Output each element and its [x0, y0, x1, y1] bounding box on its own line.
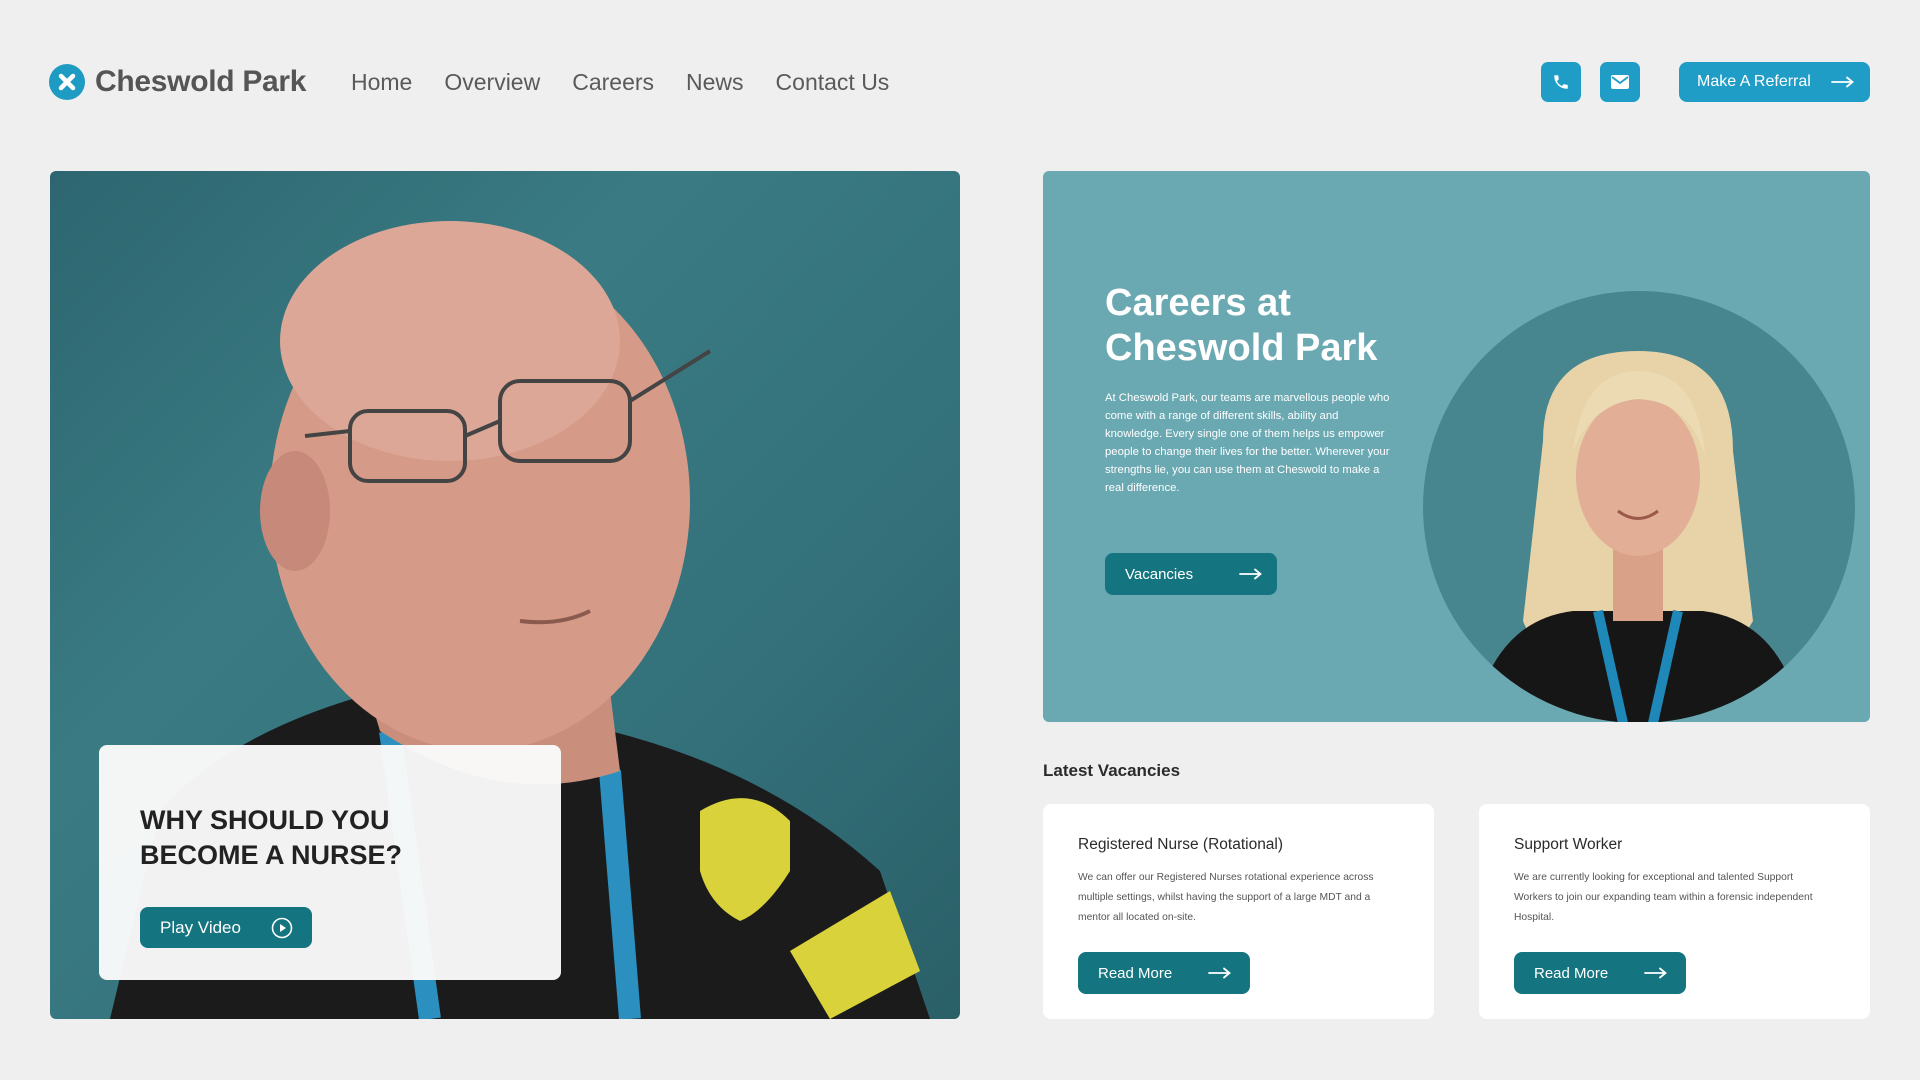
vacancy-title: Support Worker — [1514, 836, 1623, 853]
arrow-right-icon — [1644, 967, 1668, 979]
careers-heading: Careers at Cheswold Park — [1105, 282, 1378, 369]
nurse-video-card: WHY SHOULD YOU BECOME A NURSE? Play Vide… — [99, 745, 561, 980]
read-more-label: Read More — [1534, 964, 1609, 982]
nav-contact-us[interactable]: Contact Us — [776, 69, 890, 96]
phone-button[interactable] — [1541, 62, 1581, 102]
vacancy-card: Support Worker We are currently looking … — [1479, 804, 1870, 1019]
careers-banner: Careers at Cheswold Park At Cheswold Par… — [1043, 171, 1870, 722]
careers-description: At Cheswold Park, our teams are marvello… — [1105, 392, 1390, 494]
vacancies-label: Vacancies — [1125, 565, 1194, 583]
logo-text: Cheswold Park — [95, 65, 307, 98]
make-referral-label: Make A Referral — [1697, 73, 1811, 90]
vacancy-card: Registered Nurse (Rotational) We can off… — [1043, 804, 1434, 1019]
mail-icon — [1611, 75, 1629, 89]
read-more-button[interactable]: Read More — [1514, 952, 1686, 994]
latest-vacancies-heading: Latest Vacancies — [1043, 761, 1181, 780]
read-more-label: Read More — [1098, 964, 1173, 982]
nav-careers[interactable]: Careers — [572, 69, 654, 96]
play-video-label: Play Video — [160, 917, 241, 937]
nurse-video-photo: WHY SHOULD YOU BECOME A NURSE? Play Vide… — [50, 171, 960, 1019]
phone-icon — [1554, 75, 1568, 89]
vacancy-description: We are currently looking for exceptional… — [1514, 872, 1813, 923]
staff-portrait-circle — [1423, 291, 1855, 722]
site-logo[interactable]: Cheswold Park — [49, 64, 306, 100]
read-more-button[interactable]: Read More — [1078, 952, 1250, 994]
vacancy-title: Registered Nurse (Rotational) — [1078, 836, 1284, 853]
play-circle-icon — [271, 917, 293, 938]
arrow-right-icon — [1239, 568, 1263, 580]
arrow-right-icon — [1208, 967, 1232, 979]
vacancies-button[interactable]: Vacancies — [1105, 553, 1277, 595]
site-header: Cheswold Park Home Overview Careers News… — [0, 0, 1920, 165]
nav-home[interactable]: Home — [351, 69, 412, 96]
make-referral-button[interactable]: Make A Referral — [1679, 62, 1870, 102]
nav-overview[interactable]: Overview — [444, 69, 540, 96]
nav-news[interactable]: News — [686, 69, 744, 96]
mail-button[interactable] — [1600, 62, 1640, 102]
woman-portrait-image — [1473, 351, 1803, 722]
vacancy-description: We can offer our Registered Nurses rotat… — [1078, 872, 1374, 923]
play-video-button[interactable]: Play Video — [140, 907, 312, 948]
arrow-right-icon — [1830, 76, 1854, 88]
main-nav: Home Overview Careers News Contact Us — [351, 69, 889, 96]
logo-cross-icon — [49, 64, 85, 100]
nurse-card-title: WHY SHOULD YOU BECOME A NURSE? — [140, 805, 403, 870]
